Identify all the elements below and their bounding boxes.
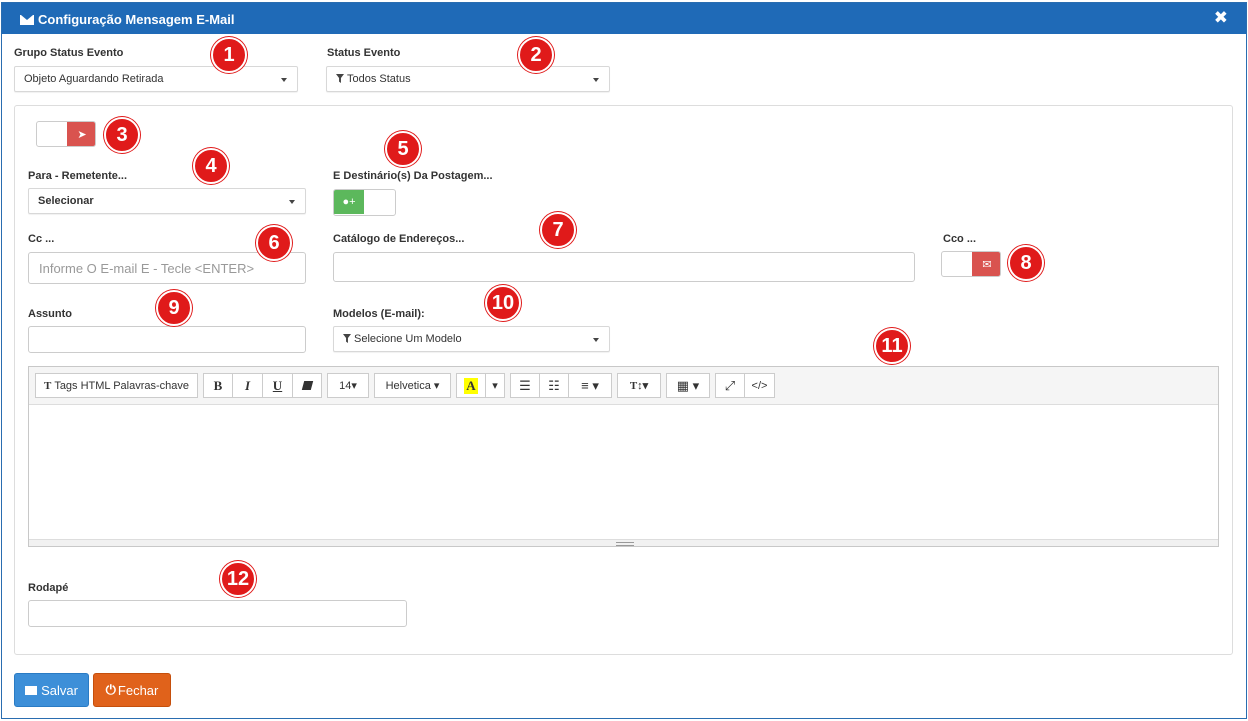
color-dropdown-button[interactable]: ▾ [485, 373, 505, 398]
table-dropdown[interactable]: ▦ ▾ [666, 373, 710, 398]
editor-content-area[interactable] [29, 405, 1218, 540]
annotation-badge: 2 [518, 37, 554, 73]
chevron-down-icon [289, 200, 295, 204]
line-height-dropdown[interactable]: T↕▾ [617, 373, 661, 398]
modal-header: Configuração Mensagem E-Mail ✖ [2, 3, 1246, 34]
destinatarios-toggle[interactable]: ●+ [333, 189, 396, 216]
annotation-badge: 7 [540, 212, 576, 248]
underline-button[interactable]: U [262, 373, 293, 398]
editor-resize-handle[interactable] [29, 539, 1218, 546]
chevron-down-icon [593, 78, 599, 82]
envelope-icon [25, 685, 38, 695]
align-dropdown[interactable]: ≡ ▾ [568, 373, 612, 398]
annotation-badge: 3 [104, 117, 140, 153]
add-user-icon: ●+ [334, 190, 364, 214]
unordered-list-button[interactable]: ☰ [510, 373, 540, 398]
cco-toggle[interactable]: ✉ [941, 251, 1001, 277]
font-family-dropdown[interactable]: Helvetica ▾ [374, 373, 451, 398]
color-a-icon: A [464, 377, 478, 394]
rich-text-editor: T Tags HTML Palavras-chave B I U 14▾ Helv… [28, 366, 1219, 547]
annotation-badge: 6 [256, 225, 292, 261]
annotation-badge: 11 [874, 328, 910, 364]
envelope-icon [20, 15, 34, 25]
close-button[interactable]: ⏻ Fechar [93, 673, 171, 707]
status-evento-label: Status Evento [327, 47, 401, 59]
code-view-button[interactable]: </> [744, 373, 775, 398]
editor-toolbar: T Tags HTML Palavras-chave B I U 14▾ Helv… [29, 367, 1218, 405]
cc-label: Cc ... [28, 233, 55, 245]
text-icon: T [43, 379, 52, 392]
filter-icon [343, 334, 351, 343]
para-label: Para - Remetente... [28, 170, 128, 182]
annotation-badge: 12 [220, 561, 256, 597]
power-icon: ⏻ [105, 682, 116, 697]
save-button-label: Salvar [41, 682, 78, 698]
save-button[interactable]: Salvar [14, 673, 89, 707]
italic-button[interactable]: I [232, 373, 263, 398]
font-size-dropdown[interactable]: 14▾ [327, 373, 369, 398]
catalogo-input[interactable] [333, 252, 915, 282]
assunto-input[interactable] [28, 326, 306, 353]
catalogo-label: Catálogo de Endereços... [333, 233, 465, 245]
para-select[interactable]: Selecionar [28, 188, 306, 214]
status-evento-select[interactable]: Todos Status [326, 66, 610, 92]
chevron-down-icon [593, 338, 599, 342]
text-color-button[interactable]: A [456, 373, 486, 398]
grupo-status-label: Grupo Status Evento [14, 47, 124, 59]
modal-title: Configuração Mensagem E-Mail [20, 12, 234, 27]
para-value: Selecionar [38, 195, 94, 207]
bold-button[interactable]: B [203, 373, 233, 398]
eraser-icon [301, 381, 313, 390]
chevron-down-icon [281, 78, 287, 82]
modal-title-text: Configuração Mensagem E-Mail [38, 12, 235, 27]
annotation-badge: 9 [156, 290, 192, 326]
grupo-status-select[interactable]: Objeto Aguardando Retirada [14, 66, 298, 92]
filter-icon [336, 74, 344, 83]
annotation-badge: 1 [211, 37, 247, 73]
annotation-badge: 4 [193, 148, 229, 184]
modelos-select[interactable]: Selecione Um Modelo [333, 326, 610, 352]
close-icon[interactable]: ✖ [1214, 8, 1228, 28]
eraser-button[interactable] [292, 373, 322, 398]
send-toggle[interactable]: ➤ [36, 121, 96, 147]
modelos-label: Modelos (E-mail): [333, 308, 425, 320]
ordered-list-button[interactable]: ☷ [539, 373, 569, 398]
rodape-label: Rodapé [28, 582, 69, 594]
grupo-status-value: Objeto Aguardando Retirada [24, 73, 164, 85]
tags-html-button[interactable]: T Tags HTML Palavras-chave [35, 373, 198, 398]
modelos-value: Selecione Um Modelo [354, 333, 462, 345]
status-evento-value: Todos Status [347, 73, 411, 85]
annotation-badge: 8 [1008, 245, 1044, 281]
assunto-label: Assunto [28, 308, 72, 320]
rodape-input[interactable] [28, 600, 407, 627]
close-button-label: Fechar [117, 682, 159, 698]
cco-label: Cco ... [943, 233, 977, 245]
send-icon: ➤ [67, 122, 95, 146]
destinatarios-label: E Destinário(s) Da Postagem... [333, 170, 493, 182]
envelope-icon: ✉ [972, 252, 1000, 276]
annotation-badge: 10 [485, 285, 521, 321]
annotation-badge: 5 [385, 131, 421, 167]
fullscreen-button[interactable]: ⤢ [715, 373, 745, 398]
